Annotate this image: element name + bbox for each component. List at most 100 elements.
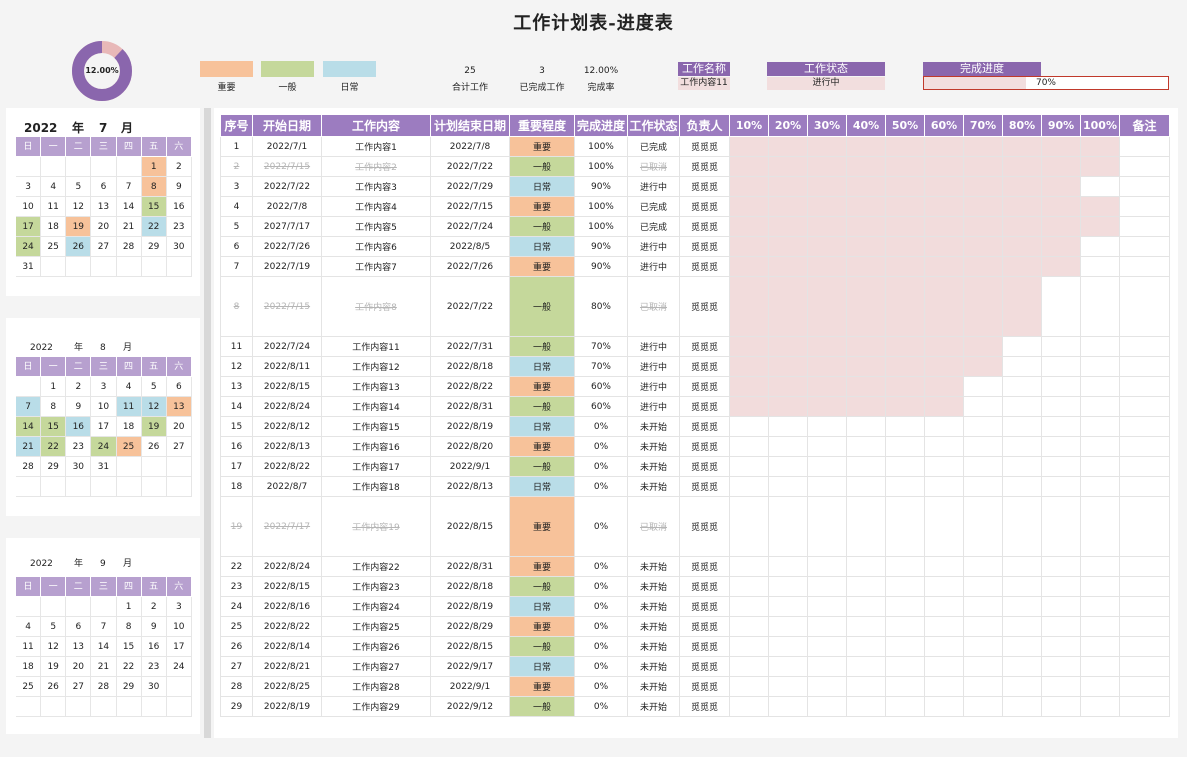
calendar-day[interactable]: 25 — [16, 677, 42, 697]
calendar-day[interactable]: 14 — [16, 417, 42, 437]
end-date-cell[interactable]: 2022/7/31 — [430, 336, 510, 357]
note-cell[interactable] — [1119, 596, 1170, 617]
calendar-day[interactable]: 1 — [116, 597, 142, 617]
calendar-day[interactable]: 30 — [141, 677, 167, 697]
note-cell[interactable] — [1119, 196, 1170, 217]
owner-cell[interactable]: 觅觅觅 — [679, 596, 730, 617]
progress-cell[interactable]: 0% — [574, 636, 628, 657]
note-cell[interactable] — [1119, 336, 1170, 357]
task-content-cell[interactable]: 工作内容26 — [321, 636, 431, 657]
progress-cell[interactable]: 0% — [574, 576, 628, 597]
note-cell[interactable] — [1119, 556, 1170, 577]
task-content-cell[interactable]: 工作内容4 — [321, 196, 431, 217]
progress-cell[interactable]: 70% — [574, 356, 628, 377]
task-row[interactable]: 14 2022/8/24 工作内容14 2022/8/31 一般 60% 进行中 觅觅觅 — [220, 396, 1170, 417]
calendar-day[interactable]: 14 — [91, 637, 117, 657]
start-date-cell[interactable]: 2022/8/7 — [252, 476, 322, 497]
task-row[interactable]: 19 2022/7/17 工作内容19 2022/8/15 重要 0% 已取消 觅觅觅 — [220, 496, 1170, 557]
start-date-cell[interactable]: 2022/8/21 — [252, 656, 322, 677]
calendar-day[interactable]: 1 — [41, 377, 67, 397]
end-date-cell[interactable]: 2022/7/29 — [430, 176, 510, 197]
task-row[interactable]: 3 2022/7/22 工作内容3 2022/7/29 日常 90% 进行中 觅觅觅 — [220, 176, 1170, 197]
calendar-day[interactable]: 27 — [66, 677, 92, 697]
calendar-day[interactable]: 26 — [141, 437, 167, 457]
calendar-day[interactable]: 7 — [91, 617, 117, 637]
calendar-day[interactable]: 21 — [16, 437, 42, 457]
task-content-cell[interactable]: 工作内容13 — [321, 376, 431, 397]
owner-cell[interactable]: 觅觅觅 — [679, 656, 730, 677]
calendar-day[interactable]: 28 — [16, 457, 42, 477]
calendar-day[interactable]: 21 — [91, 657, 117, 677]
status-cell[interactable]: 进行中 — [627, 176, 680, 197]
calendar-day[interactable]: 18 — [116, 417, 142, 437]
owner-cell[interactable]: 觅觅觅 — [679, 276, 730, 337]
progress-cell[interactable]: 60% — [574, 396, 628, 417]
end-date-cell[interactable]: 2022/8/15 — [430, 636, 510, 657]
calendar-day[interactable]: 8 — [116, 617, 142, 637]
row-number-cell[interactable]: 25 — [220, 616, 253, 637]
note-cell[interactable] — [1119, 616, 1170, 637]
calendar-day[interactable]: 10 — [166, 617, 192, 637]
note-cell[interactable] — [1119, 236, 1170, 257]
calendar-day[interactable]: 26 — [66, 237, 92, 257]
importance-cell[interactable]: 一般 — [509, 396, 575, 417]
status-cell[interactable]: 已完成 — [627, 196, 680, 217]
calendar-day[interactable]: 28 — [91, 677, 117, 697]
calendar-day[interactable]: 4 — [16, 617, 42, 637]
owner-cell[interactable]: 觅觅觅 — [679, 576, 730, 597]
note-cell[interactable] — [1119, 576, 1170, 597]
calendar-day[interactable]: 25 — [41, 237, 67, 257]
calendar-day[interactable]: 4 — [41, 177, 67, 197]
calendar-day[interactable]: 29 — [141, 237, 167, 257]
calendar-day[interactable]: 30 — [66, 457, 92, 477]
calendar-day[interactable]: 31 — [91, 457, 117, 477]
importance-cell[interactable]: 日常 — [509, 236, 575, 257]
importance-cell[interactable]: 重要 — [509, 556, 575, 577]
start-date-cell[interactable]: 2022/7/22 — [252, 176, 322, 197]
importance-cell[interactable]: 重要 — [509, 136, 575, 157]
task-content-cell[interactable]: 工作内容18 — [321, 476, 431, 497]
note-cell[interactable] — [1119, 276, 1170, 337]
progress-cell[interactable]: 0% — [574, 676, 628, 697]
owner-cell[interactable]: 觅觅觅 — [679, 556, 730, 577]
start-date-cell[interactable]: 2022/8/13 — [252, 436, 322, 457]
calendar-day[interactable]: 9 — [141, 617, 167, 637]
calendar-day[interactable]: 13 — [66, 637, 92, 657]
start-date-cell[interactable]: 2022/8/15 — [252, 376, 322, 397]
end-date-cell[interactable]: 2022/9/1 — [430, 456, 510, 477]
end-date-cell[interactable]: 2022/8/13 — [430, 476, 510, 497]
status-cell[interactable]: 进行中 — [627, 396, 680, 417]
calendar-day[interactable]: 5 — [41, 617, 67, 637]
end-date-cell[interactable]: 2022/8/19 — [430, 596, 510, 617]
calendar-day[interactable]: 20 — [66, 657, 92, 677]
calendar-day[interactable]: 4 — [116, 377, 142, 397]
task-content-cell[interactable]: 工作内容8 — [321, 276, 431, 337]
start-date-cell[interactable]: 2022/8/19 — [252, 696, 322, 717]
task-content-cell[interactable]: 工作内容15 — [321, 416, 431, 437]
row-number-cell[interactable]: 29 — [220, 696, 253, 717]
start-date-cell[interactable]: 2027/7/17 — [252, 216, 322, 237]
start-date-cell[interactable]: 2022/7/24 — [252, 336, 322, 357]
note-cell[interactable] — [1119, 356, 1170, 377]
status-cell[interactable]: 已取消 — [627, 496, 680, 557]
calendar-day[interactable]: 3 — [16, 177, 42, 197]
task-row[interactable]: 16 2022/8/13 工作内容16 2022/8/20 重要 0% 未开始 觅觅觅 — [220, 436, 1170, 457]
row-number-cell[interactable]: 22 — [220, 556, 253, 577]
progress-cell[interactable]: 100% — [574, 156, 628, 177]
row-number-cell[interactable]: 19 — [220, 496, 253, 557]
task-row[interactable]: 23 2022/8/15 工作内容23 2022/8/18 一般 0% 未开始 觅觅觅 — [220, 576, 1170, 597]
owner-cell[interactable]: 觅觅觅 — [679, 236, 730, 257]
importance-cell[interactable]: 重要 — [509, 496, 575, 557]
progress-cell[interactable]: 60% — [574, 376, 628, 397]
importance-cell[interactable]: 一般 — [509, 696, 575, 717]
note-cell[interactable] — [1119, 136, 1170, 157]
start-date-cell[interactable]: 2022/7/8 — [252, 196, 322, 217]
task-content-cell[interactable]: 工作内容14 — [321, 396, 431, 417]
row-number-cell[interactable]: 17 — [220, 456, 253, 477]
row-number-cell[interactable]: 24 — [220, 596, 253, 617]
status-cell[interactable]: 未开始 — [627, 656, 680, 677]
owner-cell[interactable]: 觅觅觅 — [679, 456, 730, 477]
progress-cell[interactable]: 0% — [574, 596, 628, 617]
end-date-cell[interactable]: 2022/7/24 — [430, 216, 510, 237]
status-cell[interactable]: 未开始 — [627, 636, 680, 657]
